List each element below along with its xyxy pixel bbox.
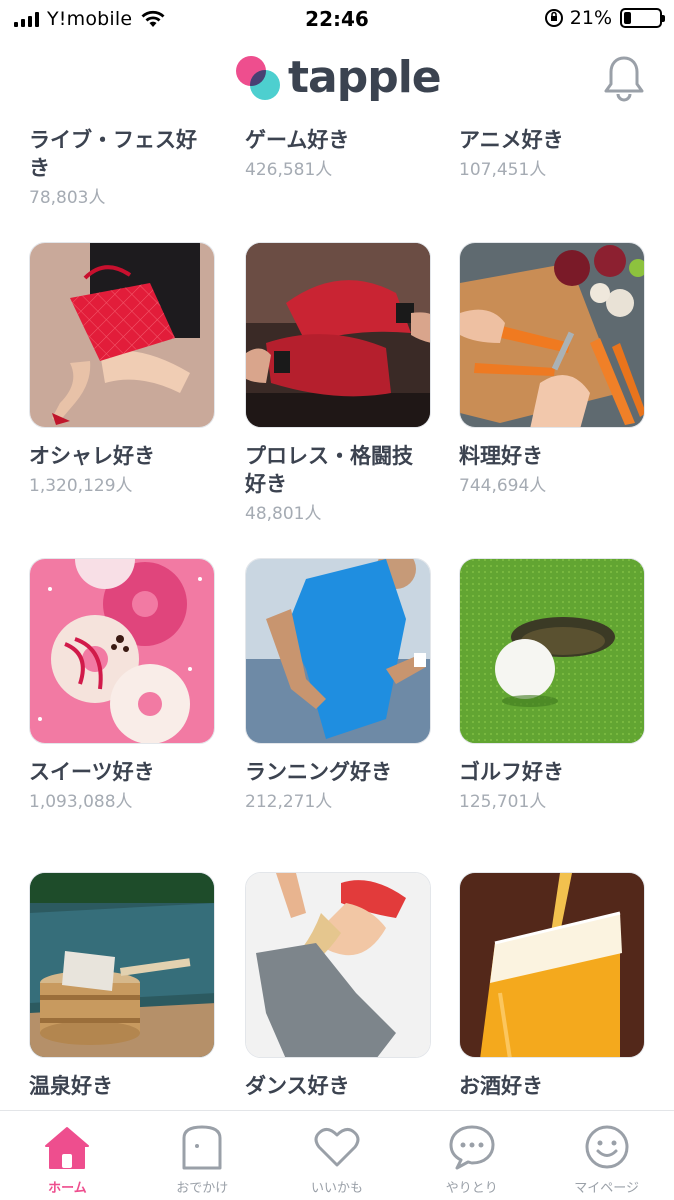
cooking-carrots-photo <box>459 242 645 428</box>
community-title: アニメ好き <box>459 128 564 152</box>
community-card[interactable]: プロレス・格闘技好き 48,801人 <box>245 242 431 526</box>
tab-home[interactable]: ホーム <box>0 1111 135 1200</box>
community-title: ゴルフ好き <box>459 760 564 784</box>
logo-mark <box>236 54 284 102</box>
logo-text: tapple <box>288 52 442 103</box>
community-title: ライブ・フェス好き <box>29 128 197 180</box>
heart-icon <box>313 1123 361 1171</box>
status-bar: Y!mobile 22:46 21% <box>0 0 674 40</box>
ghost-icon <box>178 1123 226 1171</box>
community-title: プロレス・格闘技好き <box>245 444 413 496</box>
battery-icon <box>620 8 665 28</box>
community-grid: ライブ・フェス好き 78,803人 ゲーム好き 426,581人 アニメ好き 1… <box>0 116 674 1110</box>
app-header: tapple <box>0 40 674 116</box>
community-card[interactable]: ライブ・フェス好き 78,803人 <box>29 126 215 210</box>
tab-odekake[interactable]: おでかけ <box>135 1111 270 1200</box>
tab-mypage[interactable]: マイページ <box>539 1111 674 1200</box>
community-title: 料理好き <box>459 444 543 468</box>
orientation-lock-icon <box>544 9 563 27</box>
community-title: オシャレ好き <box>29 444 155 468</box>
community-card[interactable]: ダンス好き <box>245 872 431 1104</box>
beer-photo <box>459 872 645 1058</box>
community-title: ダンス好き <box>245 1074 350 1098</box>
member-count: 426,581人 <box>245 160 333 180</box>
community-card[interactable]: オシャレ好き 1,320,129人 <box>29 242 215 498</box>
chat-bubble-icon <box>448 1123 496 1171</box>
tab-yaritori[interactable]: やりとり <box>404 1111 539 1200</box>
community-title: ゲーム好き <box>245 128 350 152</box>
member-count: 1,320,129人 <box>29 476 133 496</box>
community-title: 温泉好き <box>29 1074 113 1098</box>
fashion-handbag-photo <box>29 242 215 428</box>
community-card[interactable]: スイーツ好き 1,093,088人 <box>29 558 215 814</box>
community-card[interactable]: お酒好き <box>459 872 645 1104</box>
community-card[interactable]: アニメ好き 107,451人 <box>459 126 645 182</box>
member-count: 48,801人 <box>245 504 322 524</box>
tab-iikamo[interactable]: いいかも <box>270 1111 405 1200</box>
hot-spring-bucket-photo <box>29 872 215 1058</box>
member-count: 107,451人 <box>459 160 547 180</box>
community-card[interactable]: ゲーム好き 426,581人 <box>245 126 431 182</box>
community-title: ランニング好き <box>245 760 392 784</box>
bottom-tab-bar: ホーム おでかけ いいかも やりとり マイページ <box>0 1110 674 1200</box>
tab-label: いいかも <box>310 1181 363 1196</box>
member-count: 125,701人 <box>459 792 547 812</box>
golf-ball-photo <box>459 558 645 744</box>
tab-label: おでかけ <box>176 1181 229 1196</box>
community-card[interactable]: 料理好き 744,694人 <box>459 242 645 498</box>
member-count: 744,694人 <box>459 476 547 496</box>
member-count: 78,803人 <box>29 188 106 208</box>
smiley-icon <box>583 1123 631 1171</box>
boxing-wraps-photo <box>245 242 431 428</box>
dancer-photo <box>245 872 431 1058</box>
notification-bell-icon[interactable] <box>602 54 646 102</box>
community-card[interactable]: 温泉好き <box>29 872 215 1104</box>
community-title: スイーツ好き <box>29 760 155 784</box>
community-card[interactable]: ゴルフ好き 125,701人 <box>459 558 645 814</box>
member-count: 1,093,088人 <box>29 792 133 812</box>
runner-photo <box>245 558 431 744</box>
community-title: お酒好き <box>459 1074 543 1098</box>
community-card[interactable]: ランニング好き 212,271人 <box>245 558 431 814</box>
tapple-logo: tapple <box>236 52 442 103</box>
tab-label: やりとり <box>445 1181 498 1196</box>
donuts-photo <box>29 558 215 744</box>
battery-percent: 21% <box>569 7 612 29</box>
tab-label: マイページ <box>574 1181 639 1196</box>
member-count: 212,271人 <box>245 792 333 812</box>
home-icon <box>43 1123 91 1171</box>
tab-label: ホーム <box>48 1181 87 1196</box>
